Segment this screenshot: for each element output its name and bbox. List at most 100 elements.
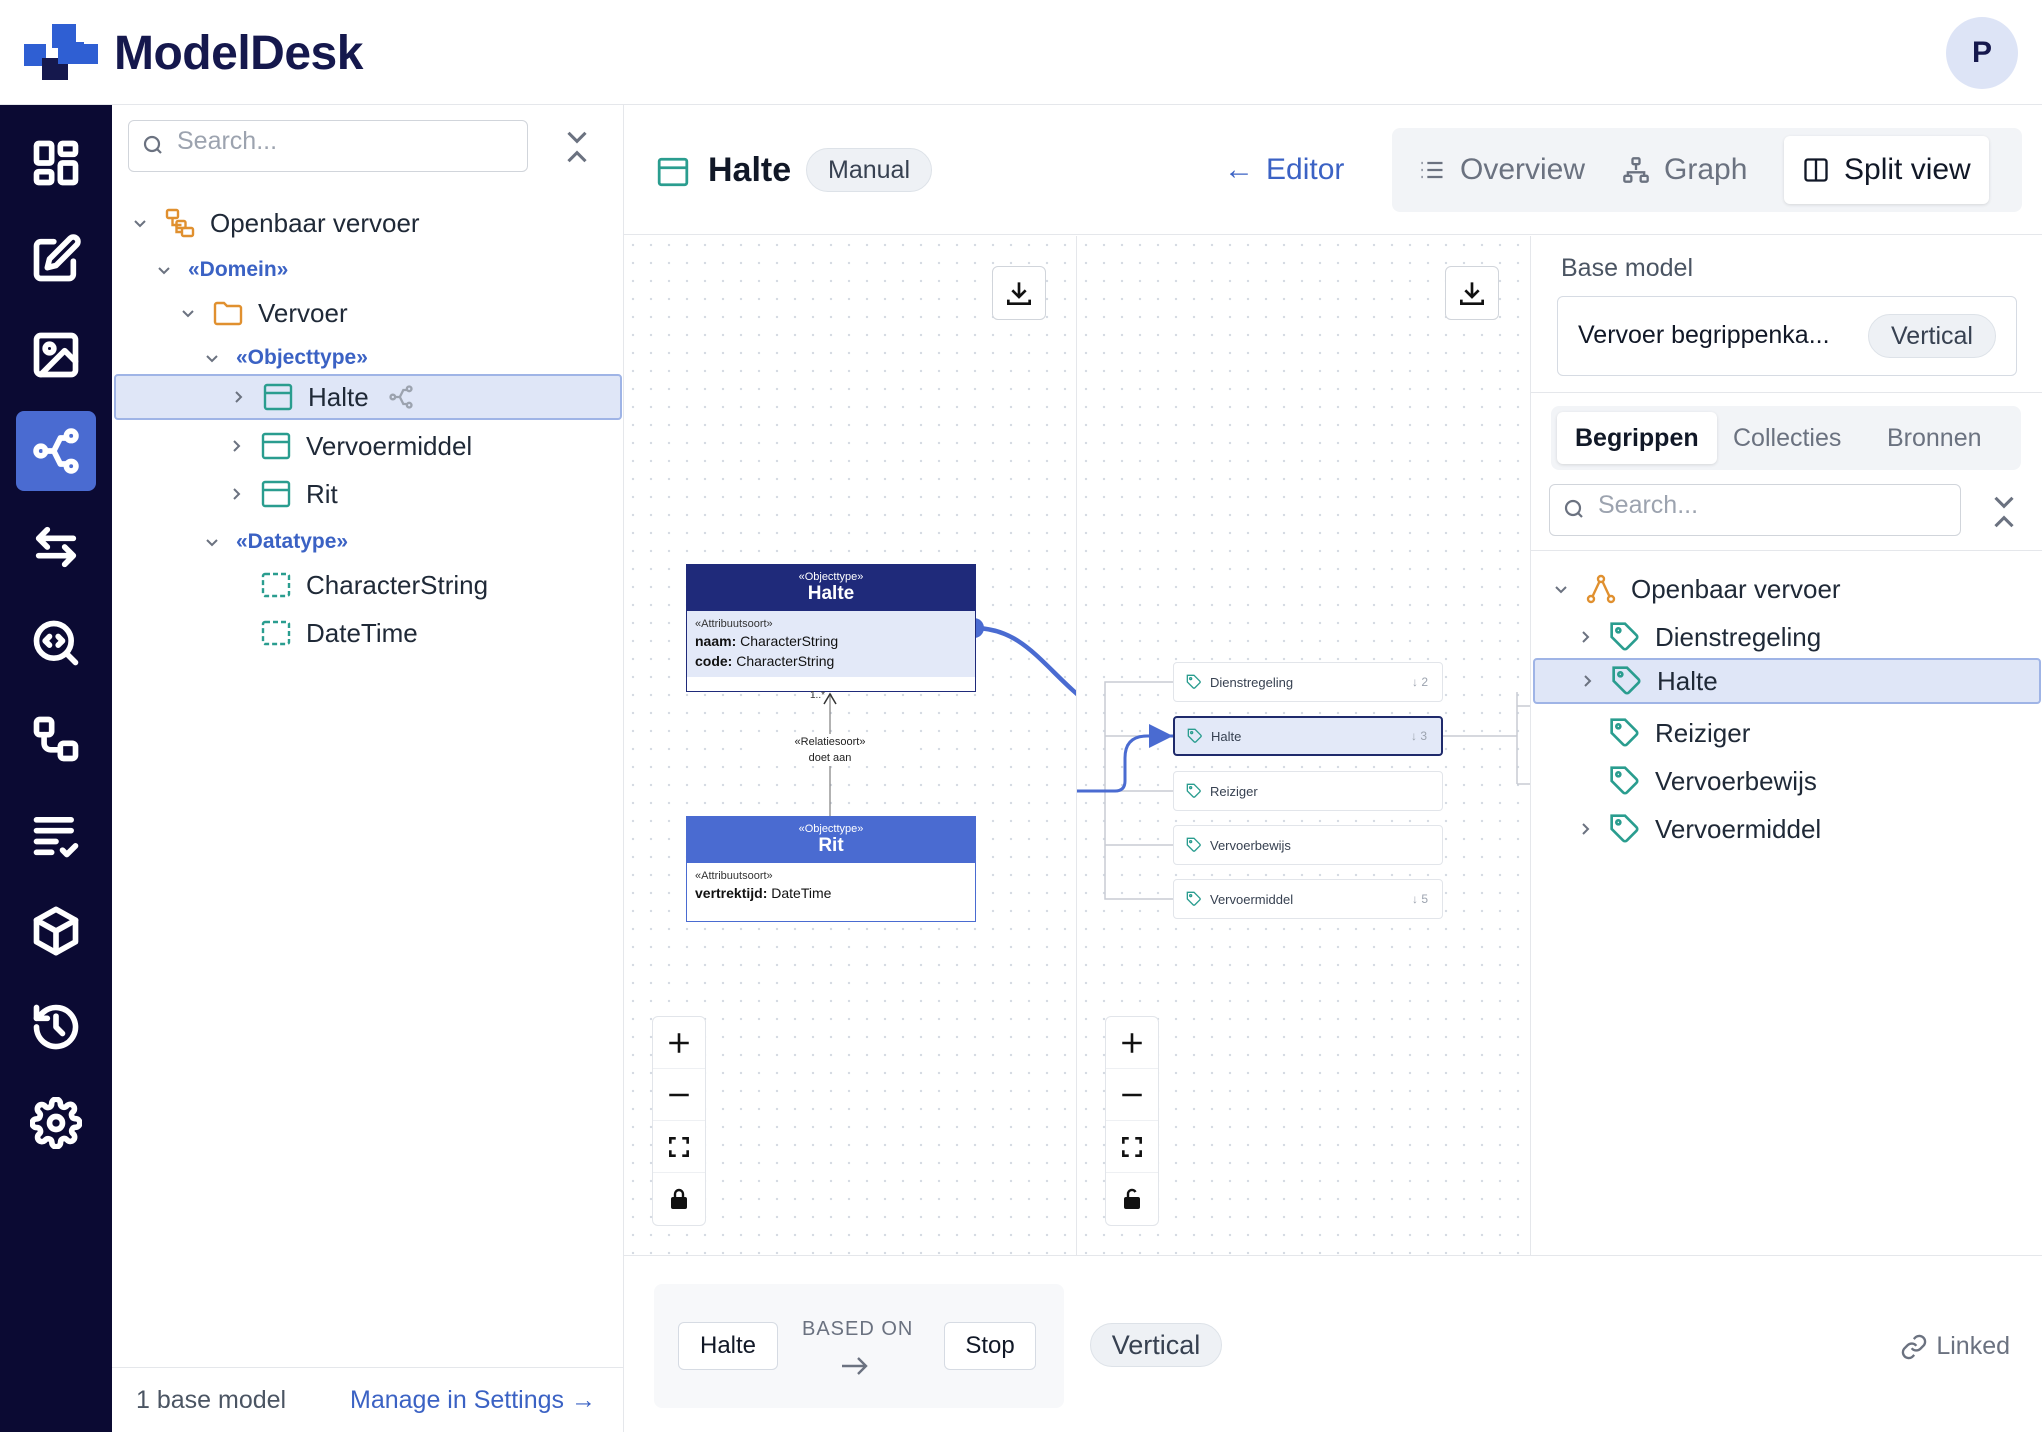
editor-link[interactable]: ← Editor bbox=[1224, 153, 1344, 187]
concept-label: Vervoerbewijs bbox=[1655, 765, 1817, 796]
tab-graph[interactable]: Graph bbox=[1604, 136, 1765, 204]
tree-item-openbaar-vervoer[interactable]: Openbaar vervoer bbox=[130, 200, 420, 246]
linked-status[interactable]: Linked bbox=[1900, 1332, 2010, 1361]
manage-settings-link[interactable]: Manage in Settings → bbox=[350, 1386, 596, 1415]
uml-attribute: naam: CharacterString bbox=[695, 633, 839, 649]
collapse-all-icon[interactable] bbox=[1987, 492, 2021, 532]
mapping-icon[interactable] bbox=[16, 699, 96, 779]
tag-icon bbox=[1186, 674, 1201, 689]
tab-bronnen[interactable]: Bronnen bbox=[1869, 412, 2000, 464]
detail-header: Halte Manual ← Editor Overview Graph Spl… bbox=[624, 105, 2042, 235]
uml-class-halte[interactable]: «Objecttype» Halte «Attribuutsoort» naam… bbox=[686, 564, 976, 692]
chevron-down-icon[interactable] bbox=[202, 532, 222, 552]
package-icon[interactable] bbox=[16, 891, 96, 971]
concept-item-halte[interactable]: Halte bbox=[1533, 658, 2041, 704]
model-tree-panel: Openbaar vervoer «Domein» Vervoer «Objec… bbox=[112, 105, 624, 1432]
graph-node[interactable]: Vervoermiddel ↓ 5 bbox=[1173, 879, 1443, 919]
concept-item-vervoerbewijs[interactable]: Vervoerbewijs bbox=[1609, 758, 1817, 804]
user-avatar[interactable]: P bbox=[1946, 17, 2018, 89]
chevron-right-icon[interactable] bbox=[1577, 671, 1597, 691]
settings-icon[interactable] bbox=[16, 1083, 96, 1163]
tab-split-view[interactable]: Split view bbox=[1784, 136, 1989, 204]
tab-overview[interactable]: Overview bbox=[1400, 136, 1603, 204]
fit-view-button[interactable] bbox=[1106, 1121, 1158, 1173]
source-chip[interactable]: Halte bbox=[678, 1322, 778, 1370]
concept-item-dienstregeling[interactable]: Dienstregeling bbox=[1575, 614, 1821, 660]
image-icon[interactable] bbox=[16, 315, 96, 395]
graph-node[interactable]: Dienstregeling ↓ 2 bbox=[1173, 662, 1443, 702]
compare-arrows-icon[interactable] bbox=[16, 507, 96, 587]
unlock-button[interactable] bbox=[1106, 1173, 1158, 1225]
tree-item-label: DateTime bbox=[306, 617, 418, 648]
view-switcher: Overview Graph Split view bbox=[1392, 128, 2022, 212]
concept-graph-canvas[interactable]: Dienstregeling ↓ 2 Halte ↓ 3 Reiziger Ve… bbox=[1077, 236, 1530, 1255]
tree-item-label: Halte bbox=[308, 381, 369, 412]
chevron-down-icon[interactable] bbox=[178, 303, 198, 323]
chevron-right-icon[interactable] bbox=[1575, 627, 1595, 647]
tab-label: Split view bbox=[1844, 153, 1971, 186]
graph-node[interactable]: Reiziger bbox=[1173, 771, 1443, 811]
tree-search[interactable] bbox=[128, 120, 528, 172]
concept-search[interactable] bbox=[1549, 484, 1961, 536]
uml-canvas[interactable]: «Objecttype» Halte «Attribuutsoort» naam… bbox=[624, 236, 1155, 1255]
tab-begrippen[interactable]: Begrippen bbox=[1557, 412, 1717, 464]
tab-label: Graph bbox=[1664, 153, 1748, 186]
graph-node[interactable]: Vervoerbewijs bbox=[1173, 825, 1443, 865]
relation-name: doet aan bbox=[808, 752, 852, 764]
graph-node-selected[interactable]: Halte ↓ 3 bbox=[1173, 716, 1443, 756]
fit-view-button[interactable] bbox=[653, 1121, 705, 1173]
package-tree-icon bbox=[165, 208, 195, 238]
tree-item-vervoermiddel[interactable]: Vervoermiddel bbox=[226, 423, 472, 469]
tree-search-input[interactable] bbox=[177, 127, 496, 156]
chevron-right-icon[interactable] bbox=[226, 436, 246, 456]
tree-item-halte[interactable]: Halte bbox=[114, 374, 622, 420]
zoom-out-button[interactable] bbox=[653, 1069, 705, 1121]
graph-node-label: Reiziger bbox=[1210, 783, 1258, 799]
chevron-right-icon[interactable] bbox=[228, 387, 248, 407]
history-icon[interactable] bbox=[16, 987, 96, 1067]
chevron-down-icon[interactable] bbox=[154, 260, 174, 280]
tree-item-vervoer[interactable]: Vervoer bbox=[178, 290, 348, 336]
zoom-in-button[interactable] bbox=[653, 1017, 705, 1069]
chevron-right-icon[interactable] bbox=[1575, 819, 1595, 839]
zoom-out-button[interactable] bbox=[1106, 1069, 1158, 1121]
tree-item-datetime[interactable]: DateTime bbox=[260, 610, 418, 656]
collapse-all-icon[interactable] bbox=[560, 127, 594, 167]
chevron-down-icon[interactable] bbox=[202, 348, 222, 368]
tree-item-datatype[interactable]: «Datatype» bbox=[202, 519, 348, 565]
code-search-icon[interactable] bbox=[16, 603, 96, 683]
chevron-right-icon[interactable] bbox=[226, 484, 246, 504]
target-chip[interactable]: Stop bbox=[944, 1322, 1036, 1370]
orientation-badge: Vertical bbox=[1090, 1323, 1222, 1367]
concept-item-vervoermiddel[interactable]: Vervoermiddel bbox=[1575, 806, 1821, 852]
tree-item-rit[interactable]: Rit bbox=[226, 471, 338, 517]
edit-icon[interactable] bbox=[16, 219, 96, 299]
tree-item-domein[interactable]: «Domein» bbox=[154, 247, 288, 293]
datatype-icon bbox=[261, 620, 291, 646]
dashboard-icon[interactable] bbox=[16, 123, 96, 203]
chevron-down-icon[interactable] bbox=[130, 213, 150, 233]
graph-link-icon[interactable] bbox=[387, 383, 415, 411]
tab-collecties[interactable]: Collecties bbox=[1715, 412, 1859, 464]
concept-item-openbaar-vervoer[interactable]: Openbaar vervoer bbox=[1551, 566, 1841, 612]
graph-icon[interactable] bbox=[16, 411, 96, 491]
folder-icon bbox=[213, 301, 243, 326]
class-icon bbox=[263, 383, 293, 411]
relation-stereotype: «Relatiesoort» bbox=[794, 736, 866, 748]
tag-icon bbox=[1187, 728, 1202, 743]
uml-class-rit[interactable]: «Objecttype» Rit «Attribuutsoort» vertre… bbox=[686, 816, 976, 922]
concept-label: Openbaar vervoer bbox=[1631, 573, 1841, 604]
lock-button[interactable] bbox=[653, 1173, 705, 1225]
concept-item-reiziger[interactable]: Reiziger bbox=[1609, 710, 1750, 756]
plus-icon bbox=[1122, 1032, 1142, 1053]
zoom-in-button[interactable] bbox=[1106, 1017, 1158, 1069]
fit-view-icon bbox=[669, 1136, 689, 1157]
concept-search-input[interactable] bbox=[1598, 491, 1926, 520]
uml-stereotype: «Objecttype» bbox=[798, 571, 864, 583]
checklist-icon[interactable] bbox=[16, 795, 96, 875]
base-model-count: 1 base model bbox=[136, 1386, 287, 1414]
tag-icon bbox=[1610, 622, 1639, 651]
chevron-down-icon[interactable] bbox=[1551, 579, 1571, 599]
tree-item-characterstring[interactable]: CharacterString bbox=[260, 562, 488, 608]
base-model-card[interactable]: Vervoer begrippenka... Vertical bbox=[1557, 296, 2017, 376]
